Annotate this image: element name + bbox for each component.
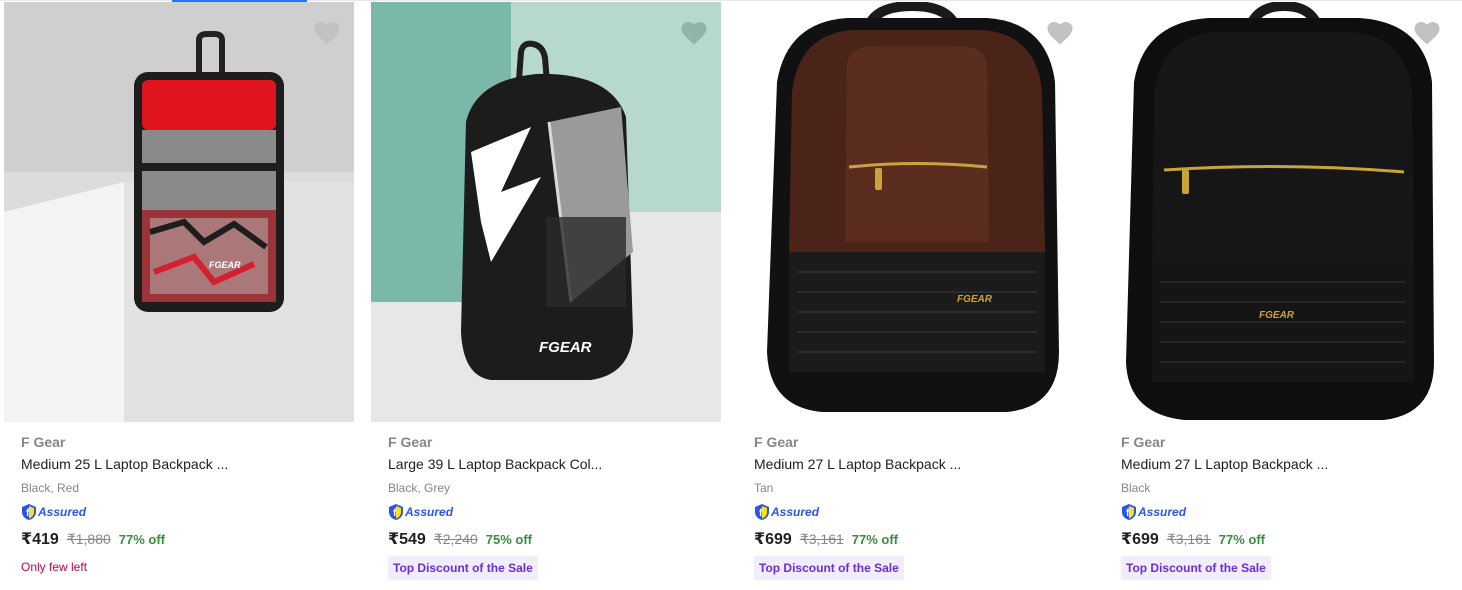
assured-badge: f Assured — [1121, 502, 1451, 522]
product-variant: Black — [1121, 481, 1151, 495]
assured-badge: f Assured — [754, 502, 1084, 522]
sale-tag: Top Discount of the Sale — [754, 556, 904, 580]
original-price: ₹2,240 — [433, 531, 478, 547]
wishlist-heart-icon[interactable] — [1412, 18, 1442, 46]
svg-text:FGEAR: FGEAR — [957, 294, 993, 305]
price-row: ₹419 ₹1,880 77% off — [21, 529, 351, 551]
assured-badge: f Assured — [21, 502, 351, 522]
wishlist-heart-icon[interactable] — [312, 18, 342, 46]
assured-shield-icon: f — [1122, 504, 1136, 520]
product-info: F Gear Large 39 L Laptop Backpack Col...… — [388, 433, 718, 580]
product-brand: F Gear — [388, 434, 433, 450]
product-variant: Black, Red — [21, 481, 80, 495]
assured-label: Assured — [771, 505, 820, 519]
assured-shield-icon: f — [755, 504, 769, 520]
backpack-black-grey-image: FGEAR — [371, 2, 721, 422]
discount-percent: 77% off — [118, 532, 166, 547]
price-row: ₹699 ₹3,161 77% off — [754, 529, 1084, 551]
product-brand: F Gear — [1121, 434, 1166, 450]
product-grid: FGEAR F Gear Medium 25 L Laptop Backpack… — [0, 0, 1462, 590]
sale-tag: Top Discount of the Sale — [1121, 556, 1271, 580]
selling-price: ₹549 — [388, 531, 426, 548]
product-title[interactable]: Medium 27 L Laptop Backpack ... — [754, 455, 1084, 473]
selling-price: ₹419 — [21, 531, 59, 548]
backpack-brown-leather-image: FGEAR — [737, 2, 1087, 422]
sale-tag: Top Discount of the Sale — [388, 556, 538, 580]
assured-shield-icon: f — [22, 504, 36, 520]
assured-label: Assured — [1138, 505, 1187, 519]
selling-price: ₹699 — [1121, 531, 1159, 548]
svg-text:FGEAR: FGEAR — [539, 339, 592, 356]
product-info: F Gear Medium 27 L Laptop Backpack ... B… — [1121, 433, 1451, 580]
price-row: ₹699 ₹3,161 77% off — [1121, 529, 1451, 551]
wishlist-heart-icon[interactable] — [679, 18, 709, 46]
svg-text:FGEAR: FGEAR — [209, 260, 241, 270]
product-title[interactable]: Large 39 L Laptop Backpack Col... — [388, 455, 718, 473]
selling-price: ₹699 — [754, 531, 792, 548]
original-price: ₹3,161 — [1166, 531, 1211, 547]
svg-text:FGEAR: FGEAR — [1259, 310, 1295, 321]
stock-tag: Only few left — [21, 560, 88, 574]
product-brand: F Gear — [21, 434, 66, 450]
discount-percent: 77% off — [1218, 532, 1266, 547]
assured-badge: f Assured — [388, 502, 718, 522]
backpack-red-grey-image: FGEAR — [4, 2, 354, 422]
product-title[interactable]: Medium 25 L Laptop Backpack ... — [21, 455, 351, 473]
price-row: ₹549 ₹2,240 75% off — [388, 529, 718, 551]
product-info: F Gear Medium 27 L Laptop Backpack ... T… — [754, 433, 1084, 580]
product-card[interactable]: FGEAR F Gear Medium 25 L Laptop Backpack… — [4, 0, 370, 590]
discount-percent: 75% off — [485, 532, 533, 547]
discount-percent: 77% off — [851, 532, 899, 547]
product-brand: F Gear — [754, 434, 799, 450]
product-image[interactable]: FGEAR — [371, 2, 721, 422]
product-image[interactable]: FGEAR — [4, 2, 354, 422]
wishlist-heart-icon[interactable] — [1045, 18, 1075, 46]
original-price: ₹1,880 — [66, 531, 111, 547]
assured-shield-icon: f — [389, 504, 403, 520]
product-variant: Tan — [754, 481, 774, 495]
product-image[interactable]: FGEAR — [737, 2, 1087, 422]
original-price: ₹3,161 — [799, 531, 844, 547]
backpack-black-leather-image: FGEAR — [1104, 2, 1454, 422]
assured-label: Assured — [38, 505, 87, 519]
product-image[interactable]: FGEAR — [1104, 2, 1454, 422]
product-card[interactable]: FGEAR F Gear Medium 27 L Laptop Backpack… — [1104, 0, 1462, 590]
assured-label: Assured — [405, 505, 454, 519]
product-title[interactable]: Medium 27 L Laptop Backpack ... — [1121, 455, 1451, 473]
product-card[interactable]: FGEAR F Gear Large 39 L Laptop Backpack … — [371, 0, 737, 590]
product-variant: Black, Grey — [388, 481, 451, 495]
product-info: F Gear Medium 25 L Laptop Backpack ... B… — [21, 433, 351, 574]
product-card[interactable]: FGEAR F Gear Medium 27 L Laptop Backpack… — [737, 0, 1103, 590]
